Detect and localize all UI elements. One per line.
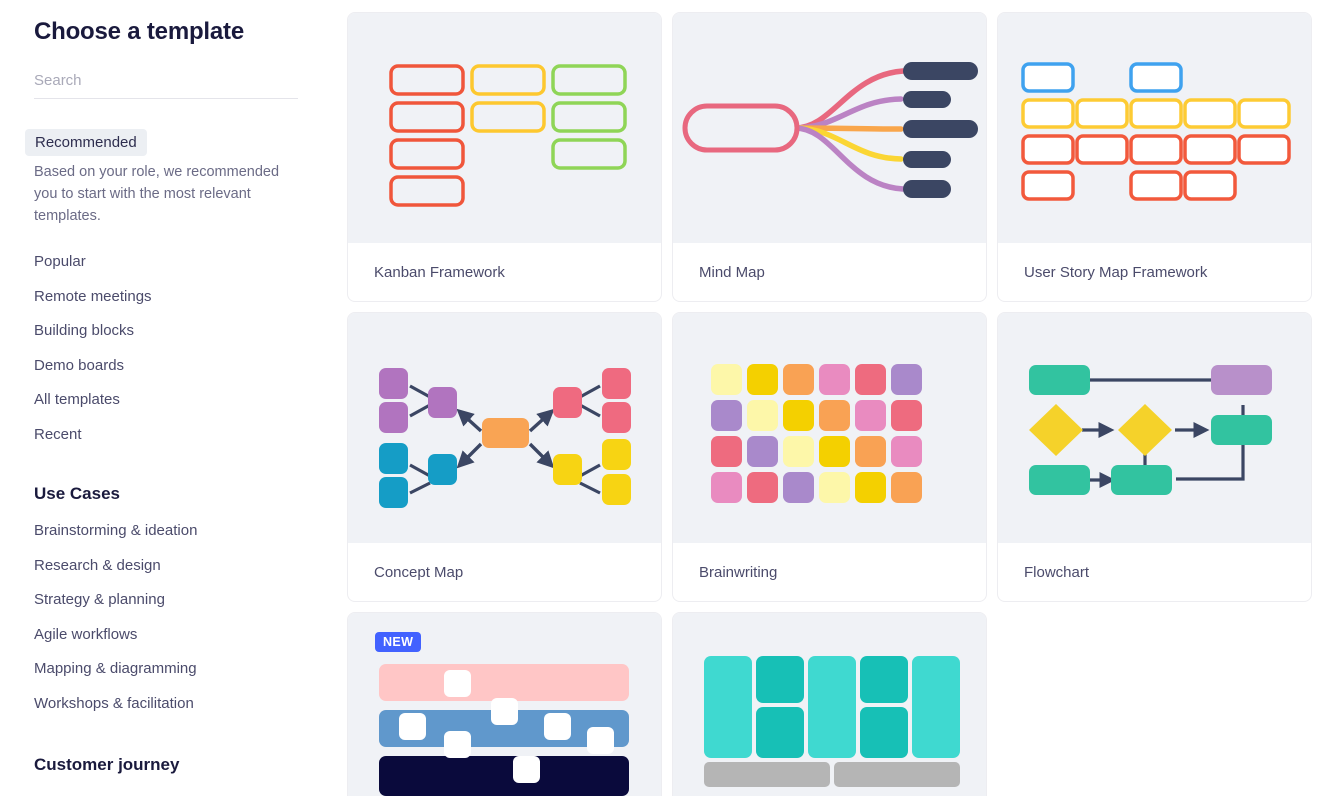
template-card-brainwriting[interactable]: Brainwriting [672, 312, 987, 602]
sidebar-item-building-blocks[interactable]: Building blocks [34, 314, 313, 349]
template-card-board-columns[interactable] [672, 612, 987, 796]
sidebar-item-all-templates[interactable]: All templates [34, 383, 313, 418]
template-card-mind-map[interactable]: Mind Map [672, 12, 987, 302]
bw-cell [783, 472, 814, 503]
bw-cell [855, 472, 886, 503]
template-card-user-story-map-framework[interactable]: User Story Map Framework [997, 12, 1312, 302]
sidebar-item-strategy-planning[interactable]: Strategy & planning [34, 583, 313, 618]
search-input[interactable] [34, 68, 298, 99]
sidebar-item-agile-workflows[interactable]: Agile workflows [34, 618, 313, 653]
bw-cell [783, 436, 814, 467]
template-thumbnail-conceptmap [348, 313, 661, 543]
bw-cell [711, 364, 742, 395]
sidebar-item-demo-boards[interactable]: Demo boards [34, 349, 313, 384]
bw-cell [819, 472, 850, 503]
bw-cell [711, 436, 742, 467]
template-thumbnail-flowchart [998, 313, 1311, 543]
recommended-pill-label: Recommended [25, 129, 147, 156]
template-card-title: Concept Map [374, 563, 464, 581]
bw-cell [819, 400, 850, 431]
template-thumbnail-kanban [348, 13, 661, 243]
bw-cell [855, 436, 886, 467]
bw-cell [891, 436, 922, 467]
template-card-flowchart[interactable]: Flowchart [997, 312, 1312, 602]
template-card-title: User Story Map Framework [1024, 263, 1208, 281]
sidebar: Choose a template Recommended Based on y… [0, 0, 347, 796]
template-thumbnail-mindmap [673, 13, 986, 243]
flowchart-illustration [1029, 365, 1272, 495]
template-thumbnail-boardcolumns [673, 613, 986, 796]
bw-cell [711, 400, 742, 431]
bw-cell [891, 472, 922, 503]
template-thumbnail-storymap [998, 13, 1311, 243]
brainwriting-grid [711, 364, 922, 503]
template-thumbnail-roadmap: NEW [348, 613, 661, 796]
bw-cell [747, 364, 778, 395]
bw-cell [783, 400, 814, 431]
bw-cell [747, 436, 778, 467]
bw-cell [855, 400, 886, 431]
template-card-title: Flowchart [1024, 563, 1090, 581]
sidebar-item-popular[interactable]: Popular [34, 245, 313, 280]
sidebar-item-workshops-facilitation[interactable]: Workshops & facilitation [34, 687, 313, 722]
bw-cell [855, 364, 886, 395]
sidebar-item-recommended[interactable]: Recommended [25, 129, 313, 162]
template-card-concept-map[interactable]: Concept Map [347, 312, 662, 602]
template-card-kanban-framework[interactable]: Kanban Framework [347, 12, 662, 302]
sidebar-item-remote-meetings[interactable]: Remote meetings [34, 280, 313, 315]
template-grid: Kanban Framework Mind Map User Story Map… [347, 12, 1312, 796]
sidebar-item-brainstorming-ideation[interactable]: Brainstorming & ideation [34, 514, 313, 549]
search-wrap [34, 68, 313, 99]
template-thumbnail-brainwriting [673, 313, 986, 543]
bw-cell [891, 364, 922, 395]
status-badge-new: NEW [375, 632, 422, 652]
page-title: Choose a template [34, 18, 244, 45]
bw-cell [783, 364, 814, 395]
sidebar-item-mapping-diagramming[interactable]: Mapping & diagramming [34, 652, 313, 687]
template-grid-area: Kanban Framework Mind Map User Story Map… [347, 0, 1338, 796]
template-card-title: Kanban Framework [374, 263, 505, 281]
sidebar-item-recent[interactable]: Recent [34, 418, 313, 453]
template-card-title: Brainwriting [699, 563, 778, 581]
template-card-title: Mind Map [699, 263, 765, 281]
mindmap-illustration [682, 62, 978, 198]
recommended-description: Based on your role, we recommended you t… [34, 164, 280, 224]
bw-cell [747, 400, 778, 431]
boardcolumns-illustration [704, 656, 960, 787]
section-heading-use-cases: Use Cases [34, 484, 121, 504]
conceptmap-illustration [379, 368, 631, 508]
storymap-illustration [1021, 62, 1291, 201]
template-picker: Choose a template Recommended Based on y… [0, 0, 1338, 796]
bw-cell [819, 364, 850, 395]
bw-cell [711, 472, 742, 503]
bw-cell [819, 436, 850, 467]
template-card-roadmap[interactable]: NEW [347, 612, 662, 796]
kanban-illustration [389, 64, 627, 207]
bw-cell [891, 400, 922, 431]
section-heading-next: Customer journey [34, 755, 180, 775]
sidebar-item-research-design[interactable]: Research & design [34, 549, 313, 584]
bw-cell [747, 472, 778, 503]
